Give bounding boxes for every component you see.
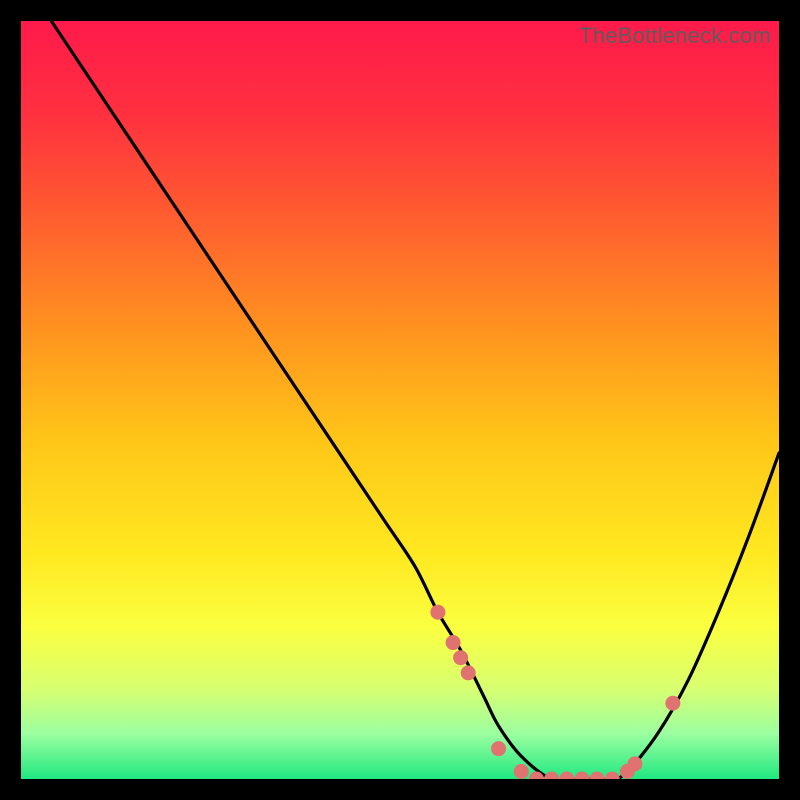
watermark-text: TheBottleneck.com <box>579 23 771 49</box>
chart-frame: TheBottleneck.com <box>21 21 779 779</box>
gradient-background <box>21 21 779 779</box>
highlight-dot <box>461 665 476 680</box>
highlight-dot <box>627 756 642 771</box>
highlight-dot <box>491 741 506 756</box>
highlight-dot <box>446 635 461 650</box>
chart-svg <box>21 21 779 779</box>
highlight-dot <box>430 605 445 620</box>
highlight-dot <box>514 764 529 779</box>
highlight-dot <box>453 650 468 665</box>
highlight-dot <box>665 696 680 711</box>
